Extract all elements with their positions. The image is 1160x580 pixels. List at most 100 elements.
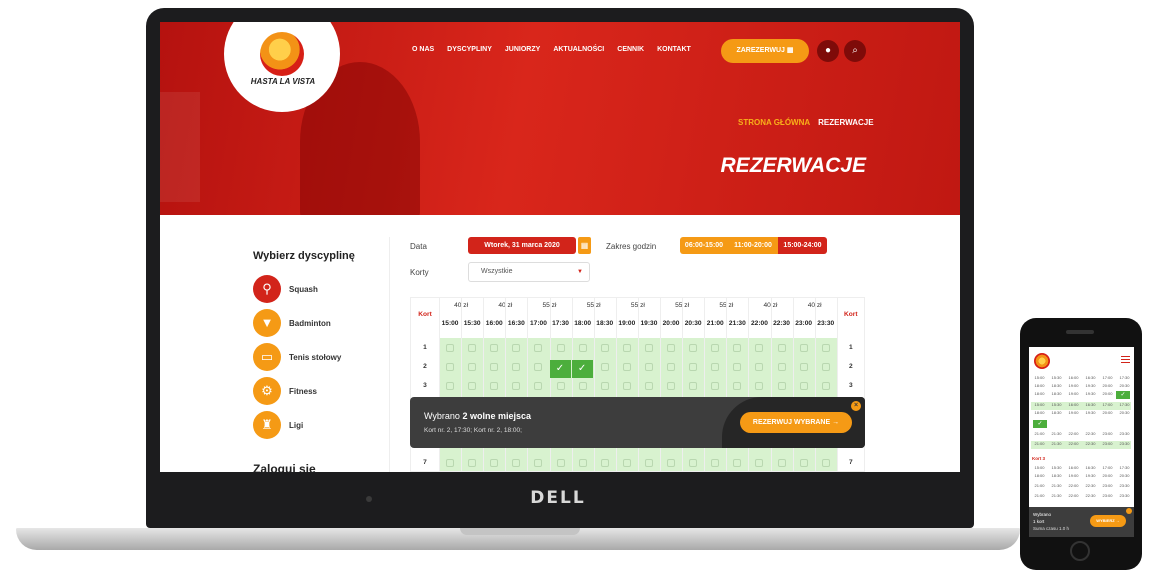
- slot-checkbox[interactable]: [622, 344, 631, 352]
- mobile-time-slot[interactable]: 20:30: [1116, 410, 1133, 418]
- mobile-time-slot[interactable]: 15:30: [1048, 375, 1065, 383]
- mobile-time-slot[interactable]: 22:30: [1082, 431, 1099, 439]
- mobile-time-slot[interactable]: 18:00: [1031, 383, 1048, 391]
- slot-checkbox[interactable]: [667, 344, 675, 352]
- slot-checkbox[interactable]: [512, 459, 521, 467]
- slot-checkbox[interactable]: [711, 382, 720, 390]
- mobile-time-slot[interactable]: 22:00: [1065, 483, 1082, 491]
- logo-icon[interactable]: [1034, 353, 1050, 369]
- slot-checkbox[interactable]: [578, 344, 587, 352]
- slot-checkbox[interactable]: [468, 459, 477, 467]
- slot-checkbox[interactable]: [733, 382, 742, 390]
- selected-slot[interactable]: ✓: [571, 360, 593, 378]
- mobile-time-slot[interactable]: 23:00: [1099, 431, 1116, 439]
- mobile-time-slot[interactable]: 23:30: [1116, 431, 1133, 439]
- mobile-time-slot[interactable]: 20:30: [1116, 383, 1133, 391]
- slot-checkbox[interactable]: [821, 363, 830, 371]
- sidebar-item-badminton[interactable]: ▼ Badminton: [253, 309, 331, 337]
- mobile-time-slot[interactable]: 19:00: [1065, 473, 1082, 481]
- slot-checkbox[interactable]: [512, 382, 521, 390]
- mobile-time-slot[interactable]: 21:30: [1048, 483, 1065, 491]
- slot-checkbox[interactable]: [468, 363, 477, 371]
- hamburger-menu-icon[interactable]: [1121, 356, 1130, 363]
- slot-checkbox[interactable]: [534, 382, 543, 390]
- nav-item-aktualnosci[interactable]: AKTUALNOŚCI: [553, 46, 604, 53]
- slot-checkbox[interactable]: [755, 459, 764, 467]
- slot-checkbox[interactable]: [644, 382, 653, 390]
- slot-checkbox[interactable]: [622, 382, 631, 390]
- mobile-time-slot[interactable]: 16:00: [1065, 402, 1082, 410]
- mobile-time-slot[interactable]: 18:30: [1048, 473, 1065, 481]
- slot-checkbox[interactable]: [534, 344, 543, 352]
- slot-checkbox[interactable]: [711, 344, 720, 352]
- slot-checkbox[interactable]: [711, 459, 720, 467]
- mobile-time-slot[interactable]: 18:00: [1031, 410, 1048, 418]
- mobile-time-slot[interactable]: 19:30: [1082, 383, 1099, 391]
- slot-checkbox[interactable]: [512, 344, 521, 352]
- mobile-time-slot[interactable]: 22:30: [1082, 493, 1099, 501]
- mobile-time-slot[interactable]: 22:00: [1065, 441, 1082, 449]
- mobile-time-slot[interactable]: 17:00: [1099, 402, 1116, 410]
- mobile-time-slot[interactable]: 19:00: [1065, 410, 1082, 418]
- mobile-time-slot[interactable]: 20:00: [1099, 473, 1116, 481]
- slot-checkbox[interactable]: [490, 344, 499, 352]
- mobile-time-slot[interactable]: 17:30: [1116, 375, 1133, 383]
- slot-checkbox[interactable]: [777, 344, 786, 352]
- user-icon[interactable]: ●: [817, 40, 839, 62]
- sidebar-item-fitness[interactable]: ⚙ Fitness: [253, 377, 317, 405]
- mobile-time-slot[interactable]: 19:00: [1065, 391, 1082, 399]
- mobile-selected-slot[interactable]: ✓: [1033, 420, 1047, 428]
- slot-checkbox[interactable]: [600, 382, 609, 390]
- courts-select[interactable]: Wszystkie ▼: [468, 262, 590, 282]
- calendar-icon[interactable]: ▦: [578, 237, 591, 254]
- slot-checkbox[interactable]: [490, 363, 499, 371]
- slot-checkbox[interactable]: [644, 459, 653, 467]
- slot-checkbox[interactable]: [644, 344, 653, 352]
- mobile-time-slot[interactable]: 22:00: [1065, 431, 1082, 439]
- mobile-time-slot[interactable]: 17:30: [1116, 465, 1133, 473]
- slot-checkbox[interactable]: [622, 459, 631, 467]
- mobile-time-slot[interactable]: 17:30: [1116, 402, 1133, 410]
- slot-checkbox[interactable]: [689, 344, 698, 352]
- mobile-time-slot[interactable]: 23:30: [1116, 493, 1133, 501]
- mobile-time-slot[interactable]: 20:00: [1099, 383, 1116, 391]
- slot-checkbox[interactable]: [556, 382, 565, 390]
- mobile-time-slot[interactable]: 21:00: [1031, 431, 1048, 439]
- mobile-time-slot[interactable]: 17:00: [1099, 465, 1116, 473]
- slot-checkbox[interactable]: [733, 344, 742, 352]
- slot-checkbox[interactable]: [777, 382, 786, 390]
- mobile-time-slot[interactable]: 20:00: [1099, 410, 1116, 418]
- slot-checkbox[interactable]: [799, 344, 808, 352]
- nav-item-cennik[interactable]: CENNIK: [617, 46, 644, 53]
- mobile-choose-button[interactable]: WYBIERZ →: [1090, 515, 1126, 527]
- mobile-time-slot[interactable]: 21:30: [1048, 431, 1065, 439]
- breadcrumb-home[interactable]: STRONA GŁÓWNA: [738, 118, 810, 127]
- mobile-time-slot[interactable]: 18:30: [1048, 391, 1065, 399]
- mobile-time-slot[interactable]: 23:00: [1099, 441, 1116, 449]
- mobile-time-slot[interactable]: 23:00: [1099, 483, 1116, 491]
- mobile-time-slot[interactable]: 15:00: [1031, 375, 1048, 383]
- sidebar-item-ligi[interactable]: ♜ Ligi: [253, 411, 303, 439]
- hour-range-option[interactable]: 11:00-20:00: [728, 237, 778, 254]
- mobile-time-slot[interactable]: 23:30: [1116, 483, 1133, 491]
- mobile-time-slot[interactable]: 22:30: [1082, 483, 1099, 491]
- mobile-time-slot[interactable]: 20:00: [1099, 391, 1116, 399]
- mobile-time-slot[interactable]: 21:00: [1031, 441, 1048, 449]
- slot-checkbox[interactable]: [534, 459, 543, 467]
- slot-checkbox[interactable]: [777, 363, 786, 371]
- slot-checkbox[interactable]: [446, 344, 454, 352]
- mobile-time-slot[interactable]: 22:00: [1065, 493, 1082, 501]
- mobile-time-slot[interactable]: 19:30: [1082, 473, 1099, 481]
- slot-checkbox[interactable]: [777, 459, 786, 467]
- slot-checkbox[interactable]: [512, 363, 521, 371]
- slot-checkbox[interactable]: [600, 363, 609, 371]
- slot-checkbox[interactable]: [733, 459, 742, 467]
- slot-checkbox[interactable]: [689, 459, 698, 467]
- slot-checkbox[interactable]: [799, 459, 808, 467]
- slot-checkbox[interactable]: [556, 344, 565, 352]
- search-icon[interactable]: ⌕: [844, 40, 866, 62]
- slot-checkbox[interactable]: [490, 459, 499, 467]
- slot-checkbox[interactable]: [667, 382, 675, 390]
- slot-checkbox[interactable]: [821, 459, 830, 467]
- slot-checkbox[interactable]: [446, 363, 454, 371]
